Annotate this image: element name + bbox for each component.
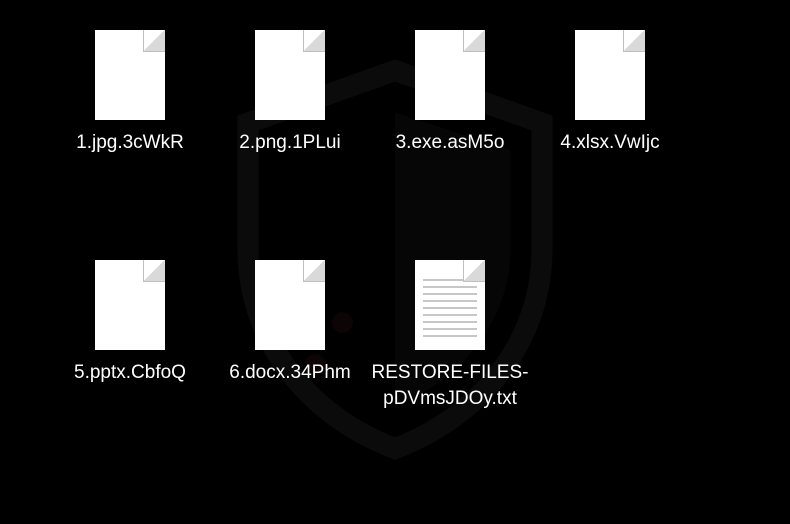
file-label: 2.png.1PLui [239, 130, 340, 156]
file-item[interactable]: 1.jpg.3cWkR [50, 30, 210, 230]
file-item[interactable]: RESTORE-FILES-pDVmsJDOy.txt [370, 260, 530, 460]
file-item[interactable]: 6.docx.34Phm [210, 260, 370, 460]
file-label: 1.jpg.3cWkR [76, 130, 184, 156]
desktop-area: 1.jpg.3cWkR 2.png.1PLui 3.exe.asM5o 4.xl… [0, 0, 790, 490]
blank-file-icon [415, 30, 485, 120]
file-label: 5.pptx.CbfoQ [74, 360, 186, 386]
file-label: 4.xlsx.VwIjc [560, 130, 659, 156]
file-item[interactable]: 5.pptx.CbfoQ [50, 260, 210, 460]
blank-file-icon [255, 30, 325, 120]
blank-file-icon [575, 30, 645, 120]
blank-file-icon [95, 30, 165, 120]
file-label: RESTORE-FILES-pDVmsJDOy.txt [370, 360, 530, 411]
file-item[interactable]: 3.exe.asM5o [370, 30, 530, 230]
blank-file-icon [255, 260, 325, 350]
file-label: 6.docx.34Phm [229, 360, 350, 386]
blank-file-icon [95, 260, 165, 350]
text-file-icon [415, 260, 485, 350]
file-item[interactable]: 2.png.1PLui [210, 30, 370, 230]
file-item[interactable]: 4.xlsx.VwIjc [530, 30, 690, 230]
file-label: 3.exe.asM5o [396, 130, 505, 156]
